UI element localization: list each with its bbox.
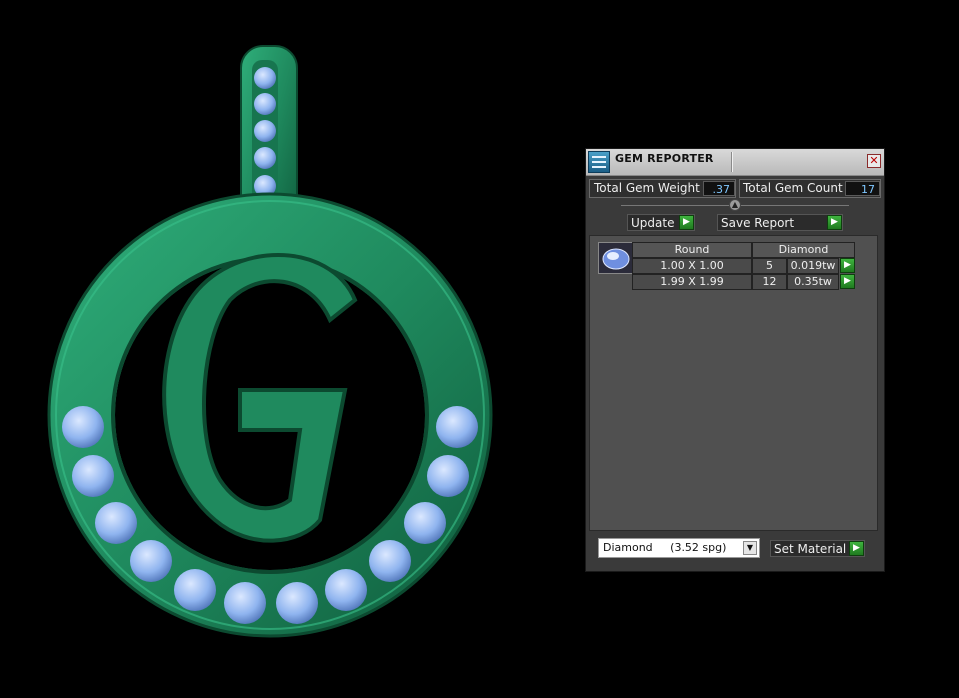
cut-header: Round (632, 242, 752, 258)
title-bar[interactable]: GEM REPORTER ✕ (586, 149, 884, 176)
gem-weight-cell: 0.019tw (787, 258, 839, 274)
gem-reporter-icon (588, 151, 610, 173)
material-select[interactable]: Diamond (3.52 spg) ▼ (598, 538, 760, 558)
total-gem-weight-label: Total Gem Weight (594, 181, 700, 195)
gem-size-cell: 1.99 X 1.99 (632, 274, 752, 290)
gem-list[interactable]: Round Diamond 1.00 X 1.00 5 0.019tw ▶ 1.… (589, 235, 878, 531)
update-label: Update (631, 216, 675, 230)
total-gem-count-value: 17 (845, 181, 880, 196)
set-material-label: Set Material (774, 542, 847, 556)
pendant-render (47, 45, 493, 638)
save-report-button[interactable]: Save Report ▶ (717, 214, 843, 231)
collapse-arrow-icon[interactable]: ▲ (729, 199, 741, 211)
gem-count-cell: 12 (752, 274, 787, 290)
green-play-icon[interactable]: ▶ (849, 541, 864, 556)
gem-reporter-panel: GEM REPORTER ✕ Total Gem Weight .37 Tota… (585, 148, 885, 572)
title-separator (731, 152, 733, 172)
material-select-value: Diamond (3.52 spg) (603, 541, 727, 554)
total-gem-count-label: Total Gem Count (743, 181, 843, 195)
total-gem-count-group: Total Gem Count 17 (739, 179, 881, 198)
close-button[interactable]: ✕ (867, 154, 881, 168)
update-button[interactable]: Update ▶ (627, 214, 695, 231)
green-play-icon[interactable]: ▶ (827, 215, 842, 230)
gem-size-cell: 1.00 X 1.00 (632, 258, 752, 274)
total-gem-weight-group: Total Gem Weight .37 (589, 179, 736, 198)
gem-count-cell: 5 (752, 258, 787, 274)
green-play-icon[interactable]: ▶ (840, 258, 855, 273)
material-header: Diamond (752, 242, 855, 258)
green-play-icon[interactable]: ▶ (679, 215, 694, 230)
round-gem-icon (598, 242, 634, 274)
set-material-button[interactable]: Set Material ▶ (770, 540, 865, 557)
green-play-icon[interactable]: ▶ (840, 274, 855, 289)
save-report-label: Save Report (721, 216, 795, 230)
total-gem-weight-value: .37 (703, 181, 735, 196)
chevron-down-icon[interactable]: ▼ (743, 541, 757, 555)
panel-title: GEM REPORTER (615, 152, 714, 165)
gem-weight-cell: 0.35tw (787, 274, 839, 290)
